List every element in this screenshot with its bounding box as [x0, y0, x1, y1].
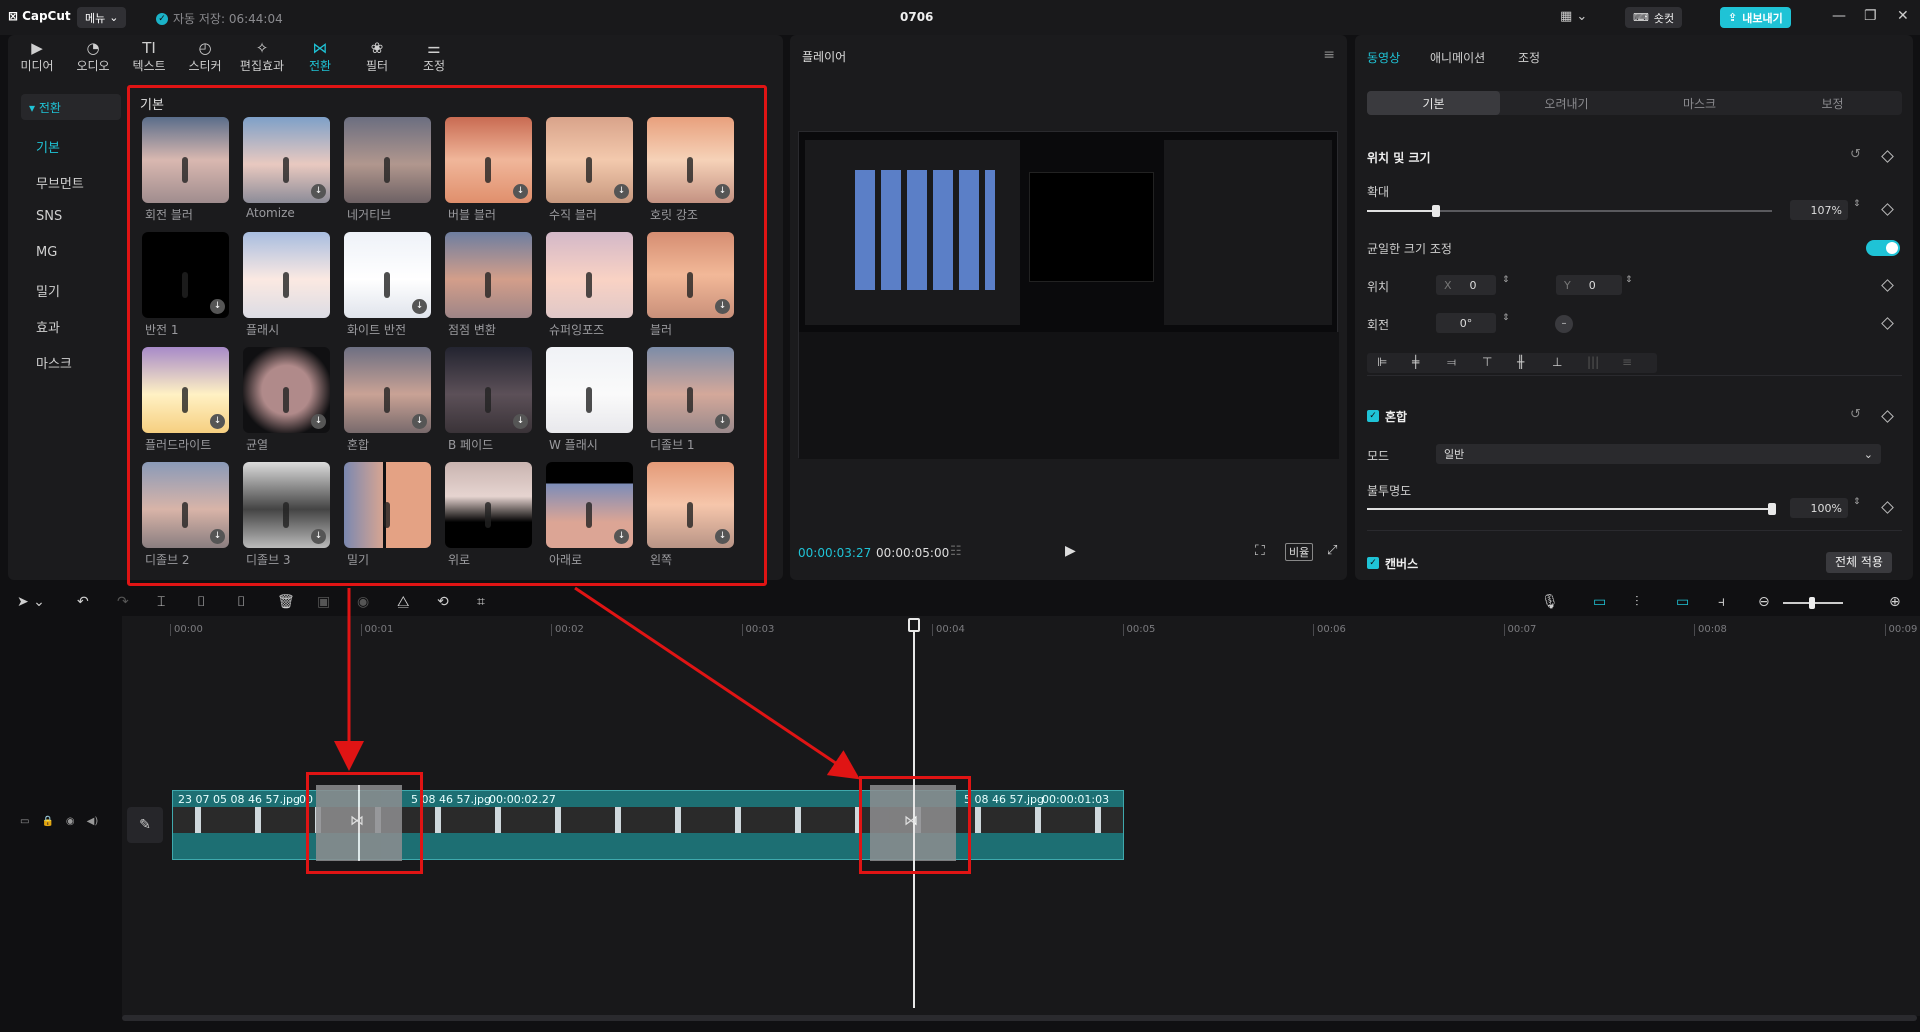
- arrow-diagonal: [574, 586, 860, 780]
- timeline-scrollbar[interactable]: [122, 1015, 1917, 1021]
- annotation-arrows: [334, 586, 860, 780]
